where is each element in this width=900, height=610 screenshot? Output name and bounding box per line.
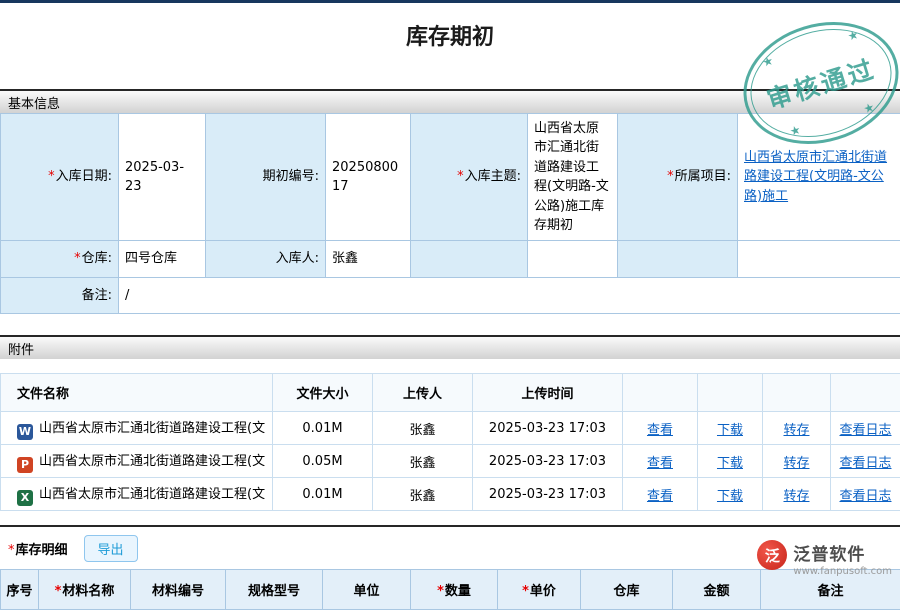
file-name: 山西省太原市汇通北街道路建设工程(文 <box>39 421 265 436</box>
stamp-star-icon: ★ <box>761 53 775 70</box>
detail-col-material-code: 材料编号 <box>131 570 226 610</box>
upload-time: 2025-03-23 17:03 <box>473 445 623 478</box>
col-action <box>623 374 698 412</box>
ppt-file-icon: P <box>17 457 33 473</box>
required-mark: * <box>8 543 15 558</box>
empty-cell <box>738 241 900 278</box>
transfer-save-link[interactable]: 转存 <box>783 456 809 471</box>
view-log-link[interactable]: 查看日志 <box>839 456 891 471</box>
required-mark: * <box>457 169 464 184</box>
detail-col-unit-price: *单价 <box>498 570 581 610</box>
transfer-save-link[interactable]: 转存 <box>783 489 809 504</box>
field-label-storage-date: *入库日期: <box>1 114 119 241</box>
download-link[interactable]: 下载 <box>717 423 743 438</box>
col-upload-time: 上传时间 <box>473 374 623 412</box>
field-value-operator: 张鑫 <box>326 241 411 278</box>
page-title: 库存期初 <box>0 19 900 51</box>
upload-time: 2025-03-23 17:03 <box>473 478 623 511</box>
fanpu-url: www.fanpusoft.com <box>793 566 892 577</box>
transfer-save-link[interactable]: 转存 <box>783 423 809 438</box>
fanpu-logo-icon: 泛 <box>757 540 787 570</box>
fanpu-text: 泛普软件 www.fanpusoft.com <box>793 540 892 577</box>
attachment-row: W 山西省太原市汇通北街道路建设工程(文 0.01M 张鑫 2025-03-23 … <box>1 412 900 445</box>
uploader: 张鑫 <box>373 412 473 445</box>
required-mark: * <box>522 584 529 599</box>
view-log-link[interactable]: 查看日志 <box>839 423 891 438</box>
download-link[interactable]: 下载 <box>717 456 743 471</box>
detail-col-unit: 单位 <box>323 570 411 610</box>
file-name-cell: W 山西省太原市汇通北街道路建设工程(文 <box>1 412 273 445</box>
top-border <box>0 0 900 3</box>
field-label-storage-subject: *入库主题: <box>411 114 528 241</box>
project-link[interactable]: 山西省太原市汇通北街道路建设工程(文明路-文公路)施工 <box>744 150 887 204</box>
file-name-cell: P 山西省太原市汇通北街道路建设工程(文 <box>1 445 273 478</box>
export-button[interactable]: 导出 <box>84 535 138 562</box>
uploader: 张鑫 <box>373 478 473 511</box>
empty-cell <box>528 241 618 278</box>
file-name: 山西省太原市汇通北街道路建设工程(文 <box>39 454 265 469</box>
detail-col-spec-model: 规格型号 <box>226 570 323 610</box>
basic-info-row-3: 备注: / <box>1 278 900 314</box>
col-action <box>763 374 831 412</box>
field-label-opening-code: 期初编号: <box>206 114 326 241</box>
view-link[interactable]: 查看 <box>647 423 673 438</box>
detail-col-index: 序号 <box>1 570 39 610</box>
col-file-size: 文件大小 <box>273 374 373 412</box>
file-name: 山西省太原市汇通北街道路建设工程(文 <box>39 487 265 502</box>
field-value-project: 山西省太原市汇通北街道路建设工程(文明路-文公路)施工 <box>738 114 900 241</box>
detail-col-amount: 金额 <box>673 570 761 610</box>
required-mark: * <box>437 584 444 599</box>
col-uploader: 上传人 <box>373 374 473 412</box>
basic-info-table: *入库日期: 2025-03-23 期初编号: 2025080017 *入库主题… <box>0 113 900 314</box>
inventory-opening-page: 库存期初 ★ ★ ★ ★ 审核通过 基本信息 *入库日期: 2025-03-23… <box>0 0 900 610</box>
field-label-warehouse: *仓库: <box>1 241 119 278</box>
upload-time: 2025-03-23 17:03 <box>473 412 623 445</box>
inventory-detail-title: *库存明细 <box>8 539 68 558</box>
field-value-storage-subject: 山西省太原市汇通北街道路建设工程(文明路-文公路)施工库存期初 <box>528 114 618 241</box>
section-basic-info-title: 基本信息 <box>8 93 60 112</box>
detail-col-material-name: *材料名称 <box>39 570 131 610</box>
fanpu-brand: 泛普软件 <box>793 540 892 565</box>
field-label-project: *所属项目: <box>618 114 738 241</box>
detail-col-quantity: *数量 <box>411 570 498 610</box>
basic-info-row-1: *入库日期: 2025-03-23 期初编号: 2025080017 *入库主题… <box>1 114 900 241</box>
col-action <box>831 374 900 412</box>
required-mark: * <box>667 169 674 184</box>
field-value-warehouse: 四号仓库 <box>119 241 206 278</box>
file-size: 0.01M <box>273 478 373 511</box>
attachment-row: X 山西省太原市汇通北街道路建设工程(文 0.01M 张鑫 2025-03-23 … <box>1 478 900 511</box>
file-name-cell: X 山西省太原市汇通北街道路建设工程(文 <box>1 478 273 511</box>
download-link[interactable]: 下载 <box>717 489 743 504</box>
file-size: 0.05M <box>273 445 373 478</box>
detail-col-warehouse: 仓库 <box>581 570 673 610</box>
view-log-link[interactable]: 查看日志 <box>839 489 891 504</box>
field-label-remark: 备注: <box>1 278 119 314</box>
attachment-row: P 山西省太原市汇通北街道路建设工程(文 0.05M 张鑫 2025-03-23 … <box>1 445 900 478</box>
attachments-header-row: 文件名称 文件大小 上传人 上传时间 <box>1 374 900 412</box>
view-link[interactable]: 查看 <box>647 456 673 471</box>
field-value-storage-date: 2025-03-23 <box>119 114 206 241</box>
basic-info-row-2: *仓库: 四号仓库 入库人: 张鑫 <box>1 241 900 278</box>
required-mark: * <box>74 251 81 266</box>
fanpu-watermark: 泛 泛普软件 www.fanpusoft.com <box>757 540 892 577</box>
file-size: 0.01M <box>273 412 373 445</box>
col-action <box>698 374 763 412</box>
word-file-icon: W <box>17 424 33 440</box>
uploader: 张鑫 <box>373 445 473 478</box>
field-value-remark: / <box>119 278 900 314</box>
required-mark: * <box>55 584 62 599</box>
empty-cell <box>618 241 738 278</box>
col-file-name: 文件名称 <box>1 374 273 412</box>
section-attachments-title: 附件 <box>8 339 34 358</box>
empty-cell <box>411 241 528 278</box>
required-mark: * <box>48 169 55 184</box>
view-link[interactable]: 查看 <box>647 489 673 504</box>
field-label-operator: 入库人: <box>206 241 326 278</box>
section-attachments: 附件 <box>0 335 900 359</box>
excel-file-icon: X <box>17 490 33 506</box>
field-value-opening-code: 2025080017 <box>326 114 411 241</box>
section-basic-info: 基本信息 <box>0 89 900 113</box>
attachments-table: 文件名称 文件大小 上传人 上传时间 W 山西省太原市汇通北街道路建设工程(文 0… <box>0 373 900 511</box>
